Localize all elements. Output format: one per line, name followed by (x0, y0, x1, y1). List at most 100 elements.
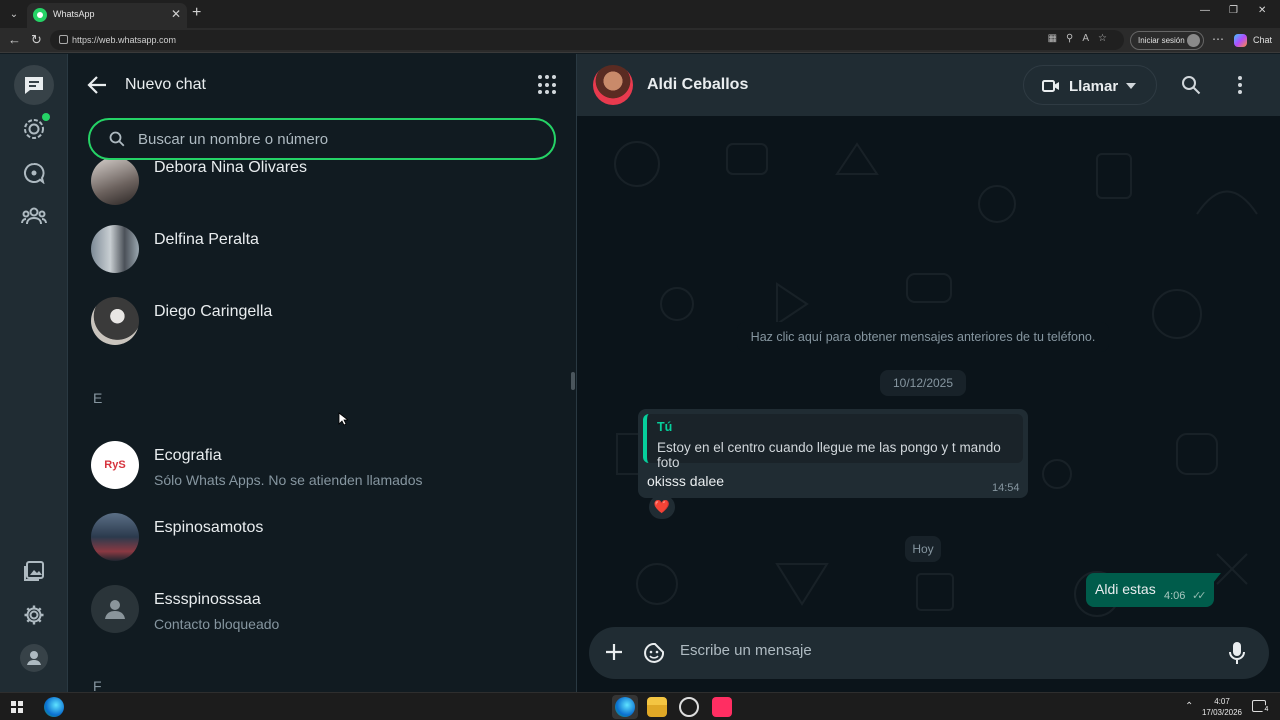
browser-menu-icon[interactable]: ⋯ (1212, 32, 1224, 46)
settings-nav-button[interactable] (14, 595, 54, 635)
clock-time: 4:07 (1214, 697, 1230, 706)
file-explorer-icon[interactable] (647, 697, 667, 717)
notification-count-badge: 4 (1262, 705, 1271, 714)
tiktok-icon[interactable] (712, 697, 732, 717)
reload-icon[interactable]: ↻ (31, 32, 42, 48)
copilot-icon[interactable] (1234, 34, 1247, 47)
contact-avatar[interactable] (593, 65, 633, 105)
section-letter: F (93, 678, 102, 692)
microphone-icon[interactable] (1229, 641, 1245, 665)
status-nav-button[interactable] (14, 109, 54, 149)
new-chat-panel: Debora Nina Olivares Delfina Peralta Die… (68, 54, 577, 692)
contact-item[interactable]: RyS Ecografia Sólo Whats Apps. No se ati… (68, 441, 568, 513)
tray-chevron-up-icon[interactable]: ⌃ (1185, 701, 1193, 712)
date-divider: Hoy (905, 536, 941, 562)
tab-close-icon[interactable]: ✕ (171, 7, 181, 21)
whatsapp-favicon-icon (33, 8, 47, 22)
url-text[interactable]: https://web.whatsapp.com (72, 35, 176, 45)
back-arrow-icon[interactable] (86, 74, 108, 96)
load-older-messages-link[interactable]: Haz clic aquí para obtener mensajes ante… (737, 322, 1109, 352)
navigation-rail (0, 54, 68, 692)
copilot-label[interactable]: Chat (1253, 35, 1272, 45)
attach-plus-icon[interactable] (604, 642, 624, 662)
site-info-icon[interactable] (59, 35, 68, 44)
search-input[interactable] (138, 131, 538, 148)
contact-avatar (91, 513, 139, 561)
url-field[interactable]: https://web.whatsapp.com ▦⚲A☆ (50, 30, 1124, 50)
search-icon[interactable] (1181, 75, 1201, 95)
chevron-down-icon (1126, 83, 1136, 89)
contact-name: Espinosamotos (154, 519, 264, 536)
contact-avatar: RyS (91, 441, 139, 489)
sticker-icon[interactable] (643, 642, 665, 664)
clock-date: 17/03/2026 (1201, 708, 1243, 717)
contact-name: Essspinosssaa (154, 591, 261, 608)
call-label: Llamar (1069, 78, 1119, 95)
status-new-dot (42, 113, 50, 121)
channels-icon (24, 163, 45, 184)
section-letter: E (93, 390, 103, 406)
profile-avatar-icon (20, 644, 48, 672)
contact-item[interactable]: Delfina Peralta (68, 225, 568, 297)
windows-start-icon[interactable] (11, 701, 23, 713)
video-camera-icon (1042, 80, 1059, 92)
communities-icon (21, 207, 47, 225)
back-arrow-icon[interactable]: ← (8, 32, 21, 47)
edge-pinned-icon[interactable] (44, 697, 64, 717)
double-check-icon: ✓✓ (1192, 590, 1207, 602)
outgoing-message-bubble[interactable]: Aldi estas 4:06 ✓✓ (1086, 573, 1221, 607)
message-input[interactable] (680, 642, 1200, 659)
contact-name: Delfina Peralta (154, 231, 259, 248)
media-nav-button[interactable] (14, 551, 54, 591)
minimize-icon[interactable]: — (1200, 5, 1210, 16)
edge-taskbar-icon[interactable] (615, 697, 635, 717)
contact-item[interactable]: Essspinosssaa Contacto bloqueado (68, 585, 568, 657)
chats-icon (25, 77, 43, 94)
new-tab-icon[interactable]: + (192, 4, 201, 22)
browser-tab-whatsapp[interactable]: WhatsApp ✕ (27, 3, 187, 28)
signin-button[interactable]: Iniciar sesión (1130, 31, 1204, 50)
dialpad-icon[interactable] (538, 75, 556, 95)
tab-list-chevron-icon[interactable]: ⌄ (5, 5, 23, 23)
chrome-like-app-icon[interactable] (679, 697, 699, 717)
chat-contact-name[interactable]: Aldi Ceballos (647, 76, 748, 94)
status-icon (24, 119, 44, 139)
address-bar-action-icons[interactable]: ▦⚲A☆ (1048, 33, 1116, 44)
chat-header[interactable]: Aldi Ceballos Llamar (577, 54, 1280, 116)
channels-nav-button[interactable] (14, 153, 54, 193)
mouse-cursor-icon (338, 412, 348, 426)
contact-avatar (91, 585, 139, 633)
panel-title: Nuevo chat (125, 76, 206, 93)
system-clock[interactable]: 4:07 17/03/2026 (1201, 696, 1243, 718)
communities-nav-button[interactable] (14, 196, 54, 236)
signin-label: Iniciar sesión (1138, 36, 1185, 45)
os-taskbar: ⌃ 4:07 17/03/2026 4 (0, 692, 1280, 720)
contact-item[interactable]: Debora Nina Olivares (68, 157, 568, 229)
contact-list-scrollbar[interactable] (571, 372, 575, 390)
more-options-icon[interactable] (1236, 75, 1244, 95)
window-close-icon[interactable]: ✕ (1258, 5, 1266, 16)
contact-about: Sólo Whats Apps. No se atienden llamados (154, 472, 423, 488)
maximize-icon[interactable]: ❐ (1229, 5, 1238, 16)
quoted-message[interactable]: Tú Estoy en el centro cuando llegue me l… (643, 414, 1023, 470)
contact-search-box[interactable] (88, 118, 556, 160)
contact-item[interactable]: Espinosamotos (68, 513, 568, 585)
incoming-message-bubble[interactable]: Tú Estoy en el centro cuando llegue me l… (638, 409, 1028, 498)
browser-tab-bar: ⌄ WhatsApp ✕ + — ❐ ✕ (0, 0, 1280, 28)
avatar-logo-text: RyS (104, 459, 126, 471)
quoted-author: Tú (657, 420, 673, 434)
contact-name: Debora Nina Olivares (154, 159, 307, 176)
profile-nav-button[interactable] (14, 638, 54, 678)
chats-nav-button[interactable] (14, 65, 54, 105)
contact-name: Diego Caringella (154, 303, 273, 320)
profile-avatar-icon (1187, 34, 1200, 47)
contact-blocked-label: Contacto bloqueado (154, 616, 280, 632)
contact-avatar (91, 225, 139, 273)
contact-avatar (91, 157, 139, 205)
message-time: 4:06 (1164, 590, 1186, 602)
call-button[interactable]: Llamar (1023, 65, 1157, 105)
gear-icon (24, 605, 44, 625)
heart-reaction[interactable]: ❤️ (649, 495, 675, 519)
contact-item[interactable]: Diego Caringella (68, 297, 568, 369)
default-avatar-icon (105, 600, 125, 619)
